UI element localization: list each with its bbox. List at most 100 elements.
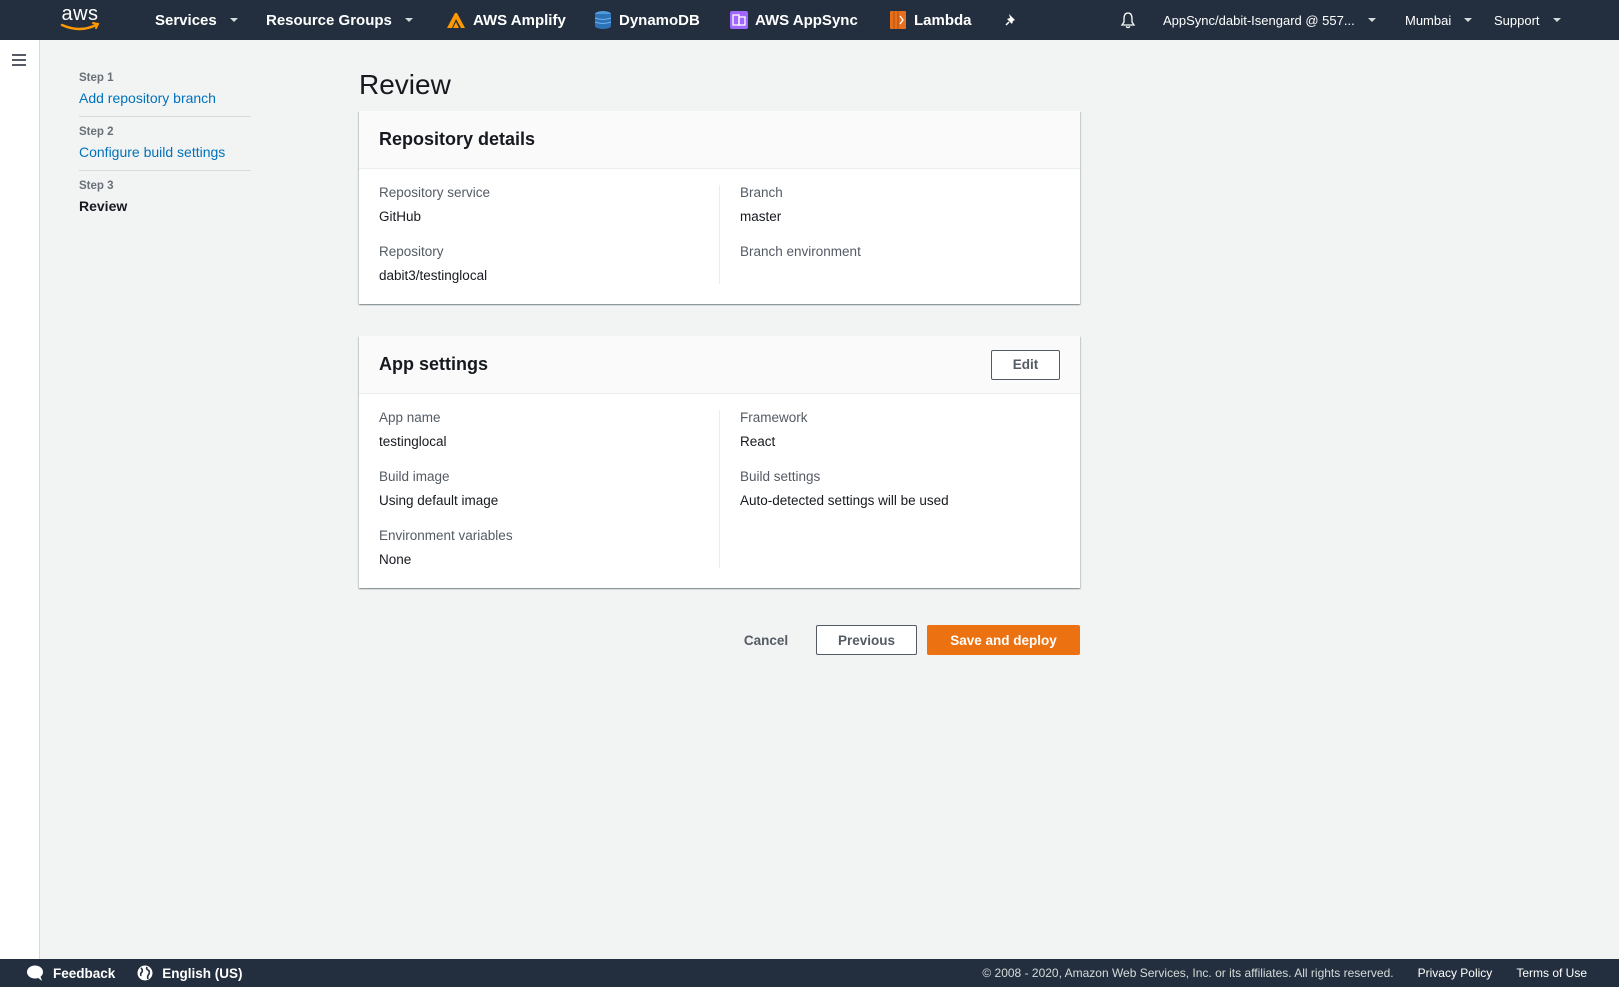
card-title: App settings	[379, 354, 489, 374]
chevron-down-icon	[229, 18, 238, 22]
details-column-right: Branch master Branch environment	[719, 185, 1060, 284]
chevron-down-icon	[404, 18, 413, 22]
language-label: English (US)	[162, 965, 243, 981]
field-repository: Repository dabit3/testinglocal	[379, 244, 699, 284]
top-navigation-bar: aws Services Resource Groups AWS Amplify…	[0, 0, 1619, 40]
support-label: Support	[1494, 12, 1540, 28]
previous-button[interactable]: Previous	[816, 625, 917, 655]
field-label: Build image	[379, 469, 450, 484]
chevron-down-icon	[1552, 18, 1561, 22]
field-value: testinglocal	[379, 434, 447, 449]
field-branch: Branch master	[740, 185, 1060, 225]
field-branch-environment: Branch environment	[740, 244, 1060, 284]
field-value: GitHub	[379, 209, 422, 224]
shortcut-label: AWS AppSync	[755, 11, 858, 29]
dynamodb-icon	[594, 11, 612, 29]
chevron-down-icon	[1464, 18, 1473, 22]
copyright-text: © 2008 - 2020, Amazon Web Services, Inc.…	[982, 966, 1394, 980]
footer-left: Feedback English (US)	[26, 965, 255, 981]
wizard-step-1: Step 1 Add repository branch	[79, 72, 251, 117]
field-value: master	[740, 209, 782, 224]
field-value: Auto-detected settings will be used	[740, 493, 949, 508]
field-environment-variables: Environment variables None	[379, 528, 699, 568]
field-repository-service: Repository service GitHub	[379, 185, 699, 225]
cancel-button[interactable]: Cancel	[726, 625, 806, 655]
notifications-button[interactable]	[1120, 0, 1136, 40]
field-label: Build settings	[740, 469, 821, 484]
lambda-icon	[890, 11, 906, 29]
shortcut-lambda[interactable]: Lambda	[889, 0, 972, 40]
wizard-steps: Step 1 Add repository branch Step 2 Conf…	[79, 72, 251, 233]
field-label: Branch environment	[740, 244, 861, 259]
account-menu[interactable]: AppSync/dabit-Isengard @ 557...	[1163, 0, 1376, 40]
services-menu[interactable]: Services	[155, 0, 238, 40]
shortcut-label: DynamoDB	[619, 11, 700, 29]
aws-logo-text: aws	[61, 3, 99, 25]
shortcut-appsync[interactable]: AWS AppSync	[730, 0, 858, 40]
card-body: App name testinglocal Build image Using …	[359, 394, 1080, 588]
shortcut-label: Lambda	[914, 11, 972, 29]
terms-of-use-link[interactable]: Terms of Use	[1516, 966, 1587, 980]
pin-shortcuts-button[interactable]	[1004, 0, 1018, 40]
services-label: Services	[155, 11, 217, 29]
field-build-settings: Build settings Auto-detected settings wi…	[740, 469, 1060, 509]
footer-right: © 2008 - 2020, Amazon Web Services, Inc.…	[982, 966, 1587, 980]
field-label: Framework	[740, 410, 808, 425]
field-value: None	[379, 552, 412, 567]
app-settings-card: App settings Edit App name testinglocal …	[359, 336, 1080, 588]
account-label: AppSync/dabit-Isengard @ 557...	[1163, 12, 1355, 28]
shortcut-dynamodb[interactable]: DynamoDB	[594, 0, 700, 40]
field-label: Repository	[379, 244, 444, 259]
page-title: Review	[359, 69, 451, 100]
appsync-icon	[730, 11, 748, 29]
field-build-image: Build image Using default image	[379, 469, 699, 509]
language-selector[interactable]: English (US)	[137, 965, 243, 981]
step-number: Step 1	[79, 72, 114, 84]
console-footer: Feedback English (US) © 2008 - 2020, Ama…	[0, 959, 1619, 987]
region-menu[interactable]: Mumbai	[1405, 0, 1473, 40]
resource-groups-label: Resource Groups	[266, 11, 392, 29]
field-framework: Framework React	[740, 410, 1060, 450]
wizard-step-3: Step 3 Review	[79, 180, 251, 224]
speech-bubble-icon	[27, 965, 43, 981]
settings-column-left: App name testinglocal Build image Using …	[379, 410, 719, 568]
privacy-policy-link[interactable]: Privacy Policy	[1418, 966, 1493, 980]
globe-icon	[137, 965, 153, 981]
shortcut-label: AWS Amplify	[473, 11, 566, 29]
shortcut-amplify[interactable]: AWS Amplify	[446, 0, 566, 40]
feedback-link[interactable]: Feedback	[26, 965, 115, 981]
save-and-deploy-button[interactable]: Save and deploy	[927, 625, 1080, 655]
menu-toggle-icon[interactable]	[12, 54, 26, 66]
field-label: Repository service	[379, 185, 491, 200]
field-label: Branch	[740, 185, 783, 200]
card-header: App settings Edit	[359, 336, 1080, 394]
details-column-left: Repository service GitHub Repository dab…	[379, 185, 719, 284]
field-label: Environment variables	[379, 528, 513, 543]
support-menu[interactable]: Support	[1494, 0, 1561, 40]
feedback-label: Feedback	[53, 965, 116, 981]
step-number: Step 3	[79, 180, 114, 192]
field-value: dabit3/testinglocal	[379, 268, 488, 283]
step-number: Step 2	[79, 126, 114, 138]
region-label: Mumbai	[1405, 12, 1452, 28]
side-navigation-rail	[0, 40, 40, 959]
field-value: React	[740, 434, 776, 449]
field-value	[740, 268, 1060, 284]
edit-button[interactable]: Edit	[991, 349, 1060, 380]
field-app-name: App name testinglocal	[379, 410, 699, 450]
field-value: Using default image	[379, 493, 499, 508]
card-title: Repository details	[379, 129, 536, 149]
step-current-review: Review	[79, 198, 128, 214]
step-link-configure-build-settings[interactable]: Configure build settings	[79, 144, 251, 160]
card-header: Repository details	[359, 111, 1080, 169]
aws-logo[interactable]: aws	[58, 4, 102, 36]
repository-details-card: Repository details Repository service Gi…	[359, 111, 1080, 304]
wizard-actions: Cancel Previous Save and deploy	[726, 625, 1080, 655]
resource-groups-menu[interactable]: Resource Groups	[266, 0, 413, 40]
amplify-icon	[447, 13, 465, 28]
field-label: App name	[379, 410, 441, 425]
wizard-step-2: Step 2 Configure build settings	[79, 126, 251, 171]
pin-icon	[1005, 14, 1015, 26]
step-link-add-repository-branch[interactable]: Add repository branch	[79, 90, 251, 106]
chevron-down-icon	[1367, 18, 1376, 22]
